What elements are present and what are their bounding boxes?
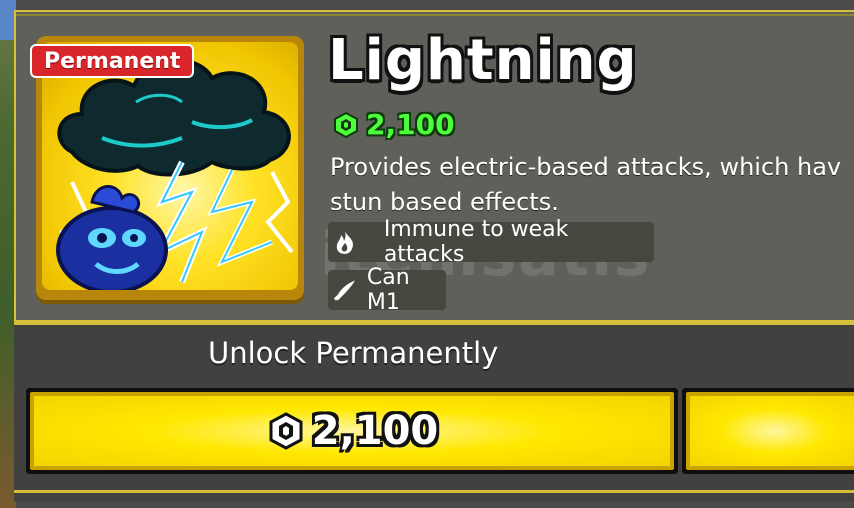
unlock-heading: Unlock Permanently [208, 336, 499, 370]
fire-icon [336, 231, 353, 254]
button-price: 2,100 [311, 408, 439, 454]
description-line-2: stun based effects. [330, 188, 559, 216]
permanent-badge: Permanent [30, 44, 195, 78]
buy-robux-button[interactable]: 2,100 [26, 388, 678, 474]
item-description: Provides electric-based attacks, which h… [330, 150, 854, 220]
robux-icon [334, 111, 358, 138]
ability-tag-immune: Immune to weak attacks [328, 217, 654, 267]
item-title: Lightning [328, 28, 638, 93]
description-line-1: Provides electric-based attacks, which h… [330, 153, 842, 181]
lightning-fruit-icon [56, 58, 294, 290]
robux-icon [269, 412, 303, 450]
ability-label: Immune to weak attacks [383, 217, 569, 267]
secondary-buy-button[interactable] [682, 388, 854, 474]
sword-slash-icon [333, 280, 355, 301]
price-value: 2,100 [366, 108, 455, 141]
divider [14, 490, 854, 493]
ability-label: Can M1 [366, 265, 410, 315]
item-price: 2,100 [332, 108, 455, 141]
ability-tag-m1: Can M1 [328, 265, 446, 315]
